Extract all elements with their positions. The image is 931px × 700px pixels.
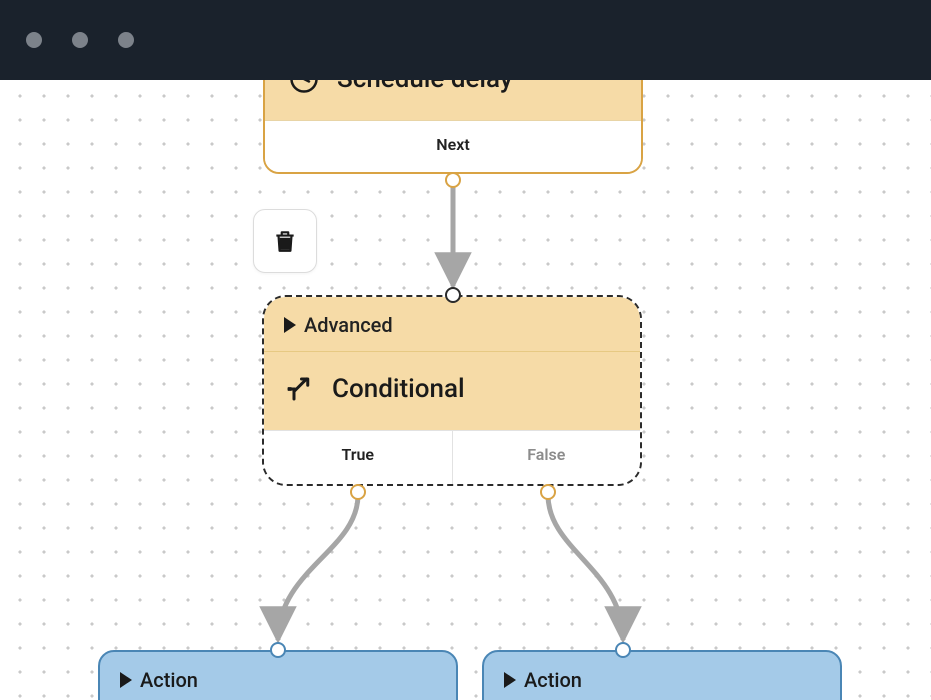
chevron-right-icon [120, 672, 132, 688]
outport-next[interactable]: Next [265, 120, 641, 172]
port-action-right-in[interactable] [615, 642, 631, 658]
node-outports: True False [264, 430, 640, 484]
clock-icon [289, 80, 319, 94]
traffic-light-dot [118, 32, 134, 48]
edge-true-to-action-left[interactable] [278, 495, 358, 640]
node-title: Schedule delay [337, 80, 513, 94]
traffic-light-dot [72, 32, 88, 48]
port-conditional-false[interactable] [540, 484, 556, 500]
workflow-canvas[interactable]: Schedule delay Next Advanced Conditional… [0, 80, 931, 700]
outport-true[interactable]: True [264, 431, 453, 484]
chevron-right-icon [284, 317, 296, 333]
outport-false[interactable]: False [453, 431, 641, 484]
node-action-right[interactable]: Action [482, 650, 842, 700]
window-titlebar [0, 0, 931, 80]
node-body: Conditional [264, 352, 640, 430]
port-action-left-in[interactable] [270, 642, 286, 658]
node-conditional[interactable]: Advanced Conditional True False [262, 295, 642, 486]
port-schedule-next[interactable] [445, 172, 461, 188]
node-category-label: Action [140, 668, 198, 692]
traffic-light-dot [26, 32, 42, 48]
delete-node-button[interactable] [253, 209, 317, 273]
node-title: Conditional [332, 374, 465, 404]
node-header: Schedule delay [265, 80, 641, 120]
port-conditional-true[interactable] [350, 484, 366, 500]
node-schedule-delay[interactable]: Schedule delay Next [263, 80, 643, 174]
edge-false-to-action-right[interactable] [548, 495, 623, 640]
node-category-row[interactable]: Action [100, 652, 456, 700]
branch-icon [284, 374, 314, 404]
chevron-right-icon [504, 672, 516, 688]
trash-icon [272, 228, 298, 254]
node-category-row[interactable]: Advanced [264, 297, 640, 352]
port-conditional-in[interactable] [445, 287, 461, 303]
node-category-label: Action [524, 668, 582, 692]
node-category-row[interactable]: Action [484, 652, 840, 700]
node-category-label: Advanced [304, 313, 393, 337]
